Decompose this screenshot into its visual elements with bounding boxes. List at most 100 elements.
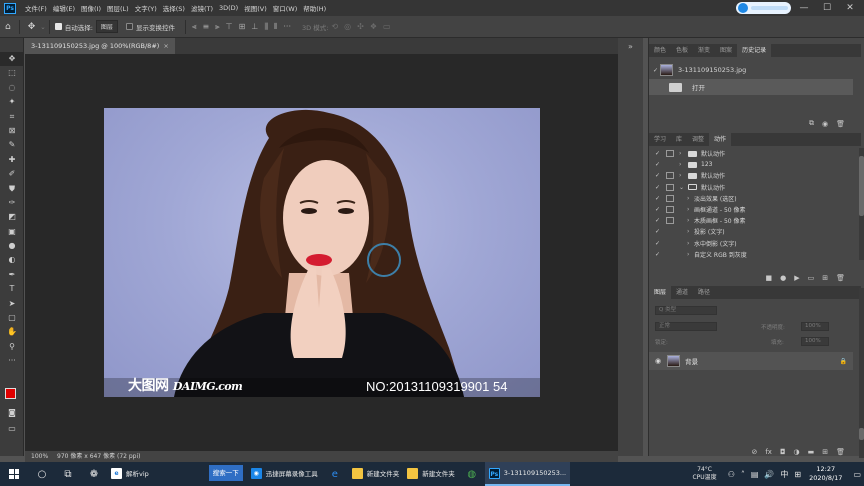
network-icon[interactable]: ▤ (751, 470, 759, 479)
align-bottom-icon[interactable]: ⊥ (251, 22, 258, 31)
check-icon[interactable]: ✓ (655, 150, 664, 157)
align-left-icon[interactable]: ⫷ (192, 22, 197, 32)
show-hidden-icons-chevron-icon[interactable]: ˄ (741, 470, 745, 479)
dialog-toggle-icon[interactable] (666, 251, 674, 258)
check-icon[interactable]: ✓ (655, 172, 664, 179)
magic-wand-tool-icon[interactable]: ✦ (0, 95, 24, 109)
action-item[interactable]: ✓ › 投影 (文字) (649, 226, 853, 237)
new-set-icon[interactable]: ▭ (808, 274, 815, 282)
edge-browser-icon[interactable]: e (322, 469, 348, 480)
adjustment-layer-icon[interactable]: ◑ (794, 448, 800, 456)
ime-indicator[interactable]: 中 (780, 469, 788, 480)
healing-brush-tool-icon[interactable]: ✚ (0, 153, 24, 167)
add-mask-icon[interactable]: ◘ (780, 448, 786, 456)
blend-mode-select[interactable]: 正常 (655, 322, 717, 331)
auto-select-dropdown[interactable]: 图层 (95, 20, 118, 33)
brush-source-icon[interactable]: ✓ (653, 67, 658, 74)
auto-select-checkbox[interactable] (54, 23, 62, 30)
taskbar-app-recorder[interactable]: ◉ 迅捷屏幕录像工具 (247, 462, 322, 486)
action-set[interactable]: ✓ › 默认动作 (649, 170, 853, 181)
zoom-level[interactable]: 100% (31, 451, 51, 462)
more-options-icon[interactable]: ··· (283, 22, 291, 31)
action-item[interactable]: ✓ › 水中倒影 (文字) (649, 238, 853, 249)
chevron-right-icon[interactable]: › (687, 206, 694, 213)
tab-adjustments[interactable]: 调整 (687, 133, 709, 146)
dialog-toggle-icon[interactable] (666, 240, 674, 247)
action-set[interactable]: ✓ ⌄ 默认动作 (649, 182, 853, 193)
lock-icon[interactable]: 🔒 (840, 358, 847, 365)
menu-window[interactable]: 窗口(W) (270, 3, 301, 13)
hand-tool-icon[interactable]: ✋ (0, 325, 24, 339)
menu-edit[interactable]: 编辑(E) (50, 3, 78, 13)
marquee-tool-icon[interactable]: ⬚ (0, 66, 24, 80)
distribute-icon[interactable]: ⫼ (264, 22, 268, 32)
check-icon[interactable]: ✓ (655, 184, 664, 191)
align-right-icon[interactable]: ⫸ (215, 22, 220, 32)
dialog-toggle-icon[interactable] (666, 161, 674, 168)
windows-start-icon[interactable] (9, 469, 19, 479)
more-tools-icon[interactable]: ··· (0, 354, 24, 368)
action-item[interactable]: ✓ › 淡出效果 (选区) (649, 193, 853, 204)
tab-libraries[interactable]: 库 (671, 133, 687, 146)
type-tool-icon[interactable]: T (0, 282, 24, 296)
action-item[interactable]: ✓ › 自定义 RGB 到灰度 (649, 249, 853, 260)
align-center-icon[interactable]: ≡ (202, 22, 209, 31)
dialog-toggle-icon[interactable] (666, 150, 674, 158)
dialog-toggle-icon[interactable] (666, 183, 674, 191)
check-icon[interactable]: ✓ (655, 206, 664, 213)
new-group-icon[interactable]: ▬ (808, 448, 815, 456)
dodge-tool-icon[interactable]: ◐ (0, 253, 24, 267)
people-icon[interactable]: ⚇ (728, 470, 735, 479)
align-top-icon[interactable]: ⊤ (226, 22, 233, 31)
play-icon[interactable]: ▶ (794, 274, 799, 282)
chevron-right-icon[interactable]: › (687, 195, 694, 202)
scrollbar-thumb[interactable] (859, 428, 864, 440)
document-size-info[interactable]: 970 像素 x 647 像素 (72 ppi) (57, 451, 141, 462)
pinned-app-icon[interactable]: ❁ (81, 469, 107, 480)
tab-swatches[interactable]: 色板 (671, 44, 693, 57)
chevron-right-icon[interactable]: › (679, 150, 686, 157)
new-layer-icon[interactable]: ⊞ (822, 448, 828, 456)
dialog-toggle-icon[interactable] (666, 228, 674, 235)
tab-actions[interactable]: 动作 (709, 133, 732, 146)
new-action-icon[interactable]: ⊞ (822, 274, 828, 282)
scrollbar-thumb[interactable] (859, 156, 864, 216)
pen-tool-icon[interactable]: ✒ (0, 268, 24, 282)
rectangle-tool-icon[interactable]: ▢ (0, 311, 24, 325)
link-layers-icon[interactable]: ⊘ (751, 448, 757, 456)
brush-tool-icon[interactable]: ✐ (0, 167, 24, 181)
dialog-toggle-icon[interactable] (666, 217, 674, 225)
menu-3d[interactable]: 3D(D) (216, 4, 241, 12)
chevron-right-icon[interactable]: › (687, 217, 694, 224)
action-item[interactable]: ✓ › 画框通道 - 50 像素 (649, 204, 853, 215)
right-dock-scrollbar[interactable] (859, 288, 864, 458)
cpu-temperature[interactable]: 74°C CPU温度 (692, 466, 716, 482)
check-icon[interactable]: ✓ (655, 240, 664, 247)
check-icon[interactable]: ✓ (655, 161, 664, 168)
trash-icon[interactable]: 🗑 (836, 120, 845, 128)
input-method-icon[interactable]: ⊞ (794, 470, 801, 479)
align-middle-icon[interactable]: ⊞ (239, 22, 246, 31)
actions-scrollbar[interactable] (859, 148, 864, 260)
tab-gradients[interactable]: 渐变 (693, 44, 715, 57)
snapshot-camera-icon[interactable]: ◉ (822, 120, 828, 128)
action-set[interactable]: ✓ › 123 (649, 159, 853, 170)
menu-select[interactable]: 选择(S) (160, 3, 188, 13)
distribute-vertical-icon[interactable]: ⫴ (274, 22, 277, 32)
taskbar-app-folder[interactable]: 新建文件夹 (348, 462, 404, 486)
dialog-toggle-icon[interactable] (666, 194, 674, 202)
trash-icon[interactable]: 🗑 (836, 448, 845, 456)
dialog-toggle-icon[interactable] (666, 206, 674, 214)
foreground-color-swatch[interactable] (5, 388, 16, 399)
tool-preset-chevron-icon[interactable]: ⌄ (40, 23, 45, 31)
tab-history[interactable]: 历史记录 (737, 44, 772, 57)
home-icon[interactable]: ⌂ (5, 22, 11, 32)
tab-learn[interactable]: 学习 (649, 133, 671, 146)
document-tab[interactable]: 3-131109150253.jpg @ 100%(RGB/8#) × (25, 38, 175, 54)
chevron-right-icon[interactable]: › (687, 240, 694, 247)
eyedropper-tool-icon[interactable]: ✎ (0, 138, 24, 152)
path-selection-tool-icon[interactable]: ➤ (0, 297, 24, 311)
menu-filter[interactable]: 滤镜(T) (188, 3, 216, 13)
move-tool-icon[interactable]: ✥ (0, 52, 24, 67)
volume-icon[interactable]: 🔊 (764, 470, 774, 479)
